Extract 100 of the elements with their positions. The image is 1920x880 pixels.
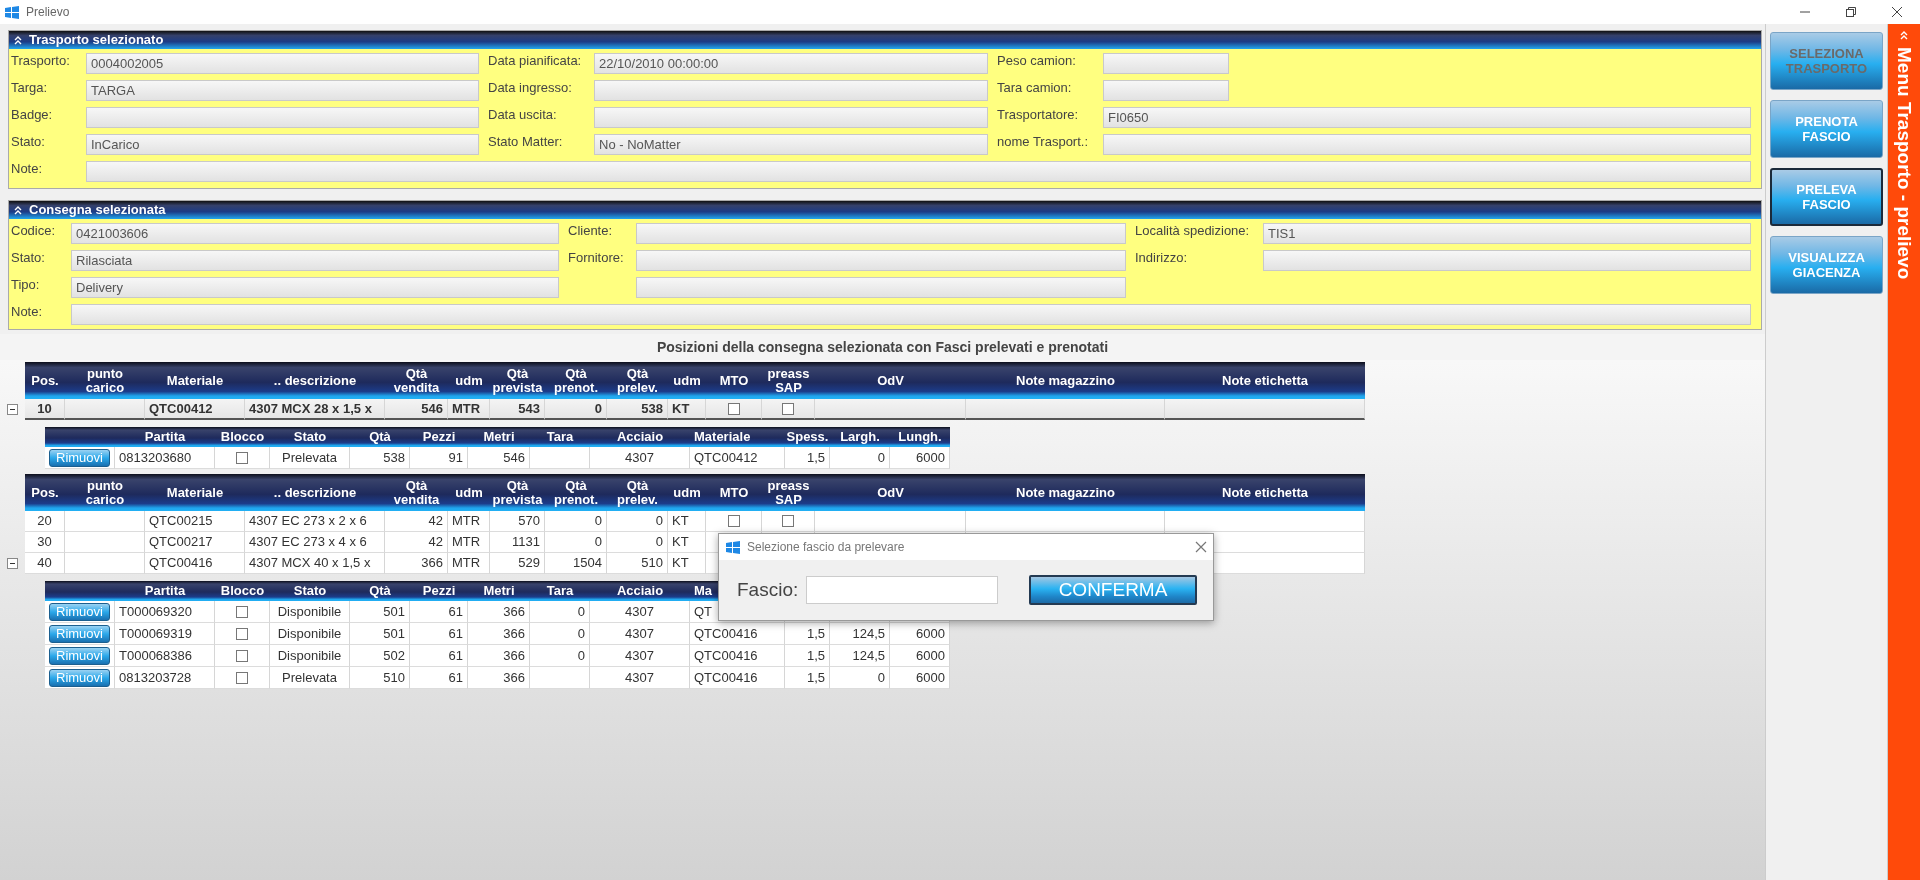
field-label: Targa: [11,80,49,96]
collapse-icon[interactable] [7,404,18,415]
fascio-field[interactable] [806,576,999,604]
table-cell: 4307 EC 273 x 4 x 6 [245,532,385,553]
text-field[interactable] [1263,250,1751,271]
table-cell: 538 [607,399,668,420]
table-cell: MTR [448,511,490,532]
table-cell: 4307 [590,667,690,689]
text-field[interactable]: 0004002005 [86,53,479,74]
table-cell: 0 [545,532,607,553]
column-header: udm [448,474,490,511]
table-cell: 4307 [590,645,690,667]
text-field[interactable] [86,161,1751,182]
table-cell: 366 [468,623,530,645]
table-cell: 4307 MCX 40 x 1,5 x [245,553,385,574]
field-label: Data ingresso: [487,80,573,96]
field-label: Tara camion: [996,80,1073,96]
table-cell: 4307 [590,447,690,469]
column-header: Pezzi [410,581,468,601]
table-cell: 366 [385,553,448,574]
table-cell: Disponibile [270,645,350,667]
text-field[interactable] [636,277,1126,298]
checkbox[interactable] [727,515,740,527]
collapse-icon[interactable] [7,558,18,569]
text-field[interactable]: Delivery [71,277,559,298]
table-cell: T000069320 [115,601,215,623]
panel-header[interactable]: Consegna selezionata [9,201,1761,219]
table-cell: 61 [410,601,468,623]
table-cell: 366 [468,645,530,667]
table-cell: Disponibile [270,601,350,623]
field-label: Stato: [11,250,46,266]
column-header: Note magazzino [966,362,1165,399]
table-cell: 501 [350,623,410,645]
column-header: Qtà prevista [490,474,545,511]
column-header: Blocco [215,581,270,601]
checkbox[interactable] [236,627,248,640]
close-icon[interactable] [1195,541,1207,553]
text-field[interactable] [71,304,1751,325]
text-field[interactable] [1103,53,1229,74]
field-label: Stato Matter: [487,134,564,150]
field-label: Stato: [11,134,46,150]
text-field[interactable] [1103,134,1751,155]
field-label: Località spedizione: [1134,223,1251,239]
field-label: Trasporto: [11,53,71,69]
column-header: Materiale [690,427,785,447]
table-cell: KT [668,532,706,553]
checkbox[interactable] [236,671,248,684]
table-cell: 4307 EC 273 x 2 x 6 [245,511,385,532]
table-cell: 546 [468,447,530,469]
column-header: punto carico [65,362,145,399]
text-field[interactable] [594,80,988,101]
text-field[interactable]: TARGA [86,80,479,101]
column-header: Tara [530,581,590,601]
column-header: Stato [270,427,350,447]
table-cell: 546 [385,399,448,420]
column-header: preass SAP [762,362,815,399]
checkbox[interactable] [727,402,740,415]
checkbox[interactable] [782,402,794,415]
text-field[interactable]: FI0650 [1103,107,1751,128]
table-cell: 1,5 [785,645,830,667]
table-cell: 0813203728 [115,667,215,689]
checkbox[interactable] [236,451,248,464]
text-field[interactable]: TIS1 [1263,223,1751,244]
grid-title: Posizioni della consegna selezionata con Fasci prelevati e prenotati [0,334,1765,360]
close-icon[interactable] [1892,7,1902,17]
text-field[interactable] [594,107,988,128]
checkbox[interactable] [782,515,794,527]
text-field[interactable] [86,107,479,128]
table-cell: 6000 [890,645,950,667]
panel-header[interactable]: Trasporto selezionato [9,31,1761,49]
table-cell: 0 [530,623,590,645]
column-header: Pezzi [410,427,468,447]
column-header: udm [448,362,490,399]
column-header: Qtà prelev. [607,362,668,399]
table-cell: 42 [385,511,448,532]
table-cell: 4307 [590,623,690,645]
text-field[interactable] [1103,80,1229,101]
text-field[interactable]: 22/10/2010 00:00:00 [594,53,988,74]
text-field[interactable]: InCarico [86,134,479,155]
text-field[interactable]: 0421003606 [71,223,559,244]
restore-icon[interactable] [1846,7,1856,17]
text-field[interactable]: No - NoMatter [594,134,988,155]
side-menu-bar[interactable]: Menu Trasporto - prelievo [1888,24,1920,880]
text-field[interactable] [636,250,1126,271]
column-header: .. descrizione [245,474,385,511]
table-cell: 6000 [890,623,950,645]
field-label: Trasportatore: [996,107,1080,123]
table-cell: T000068386 [115,645,215,667]
table-cell: 1,5 [785,447,830,469]
panel-title: Trasporto selezionato [29,31,164,50]
table-cell: 543 [490,399,545,420]
text-field[interactable]: Rilasciata [71,250,559,271]
table-cell: Disponibile [270,623,350,645]
text-field[interactable] [636,223,1126,244]
checkbox[interactable] [236,605,248,618]
field-label: Data uscita: [487,107,558,123]
column-header: Stato [270,581,350,601]
checkbox[interactable] [236,649,248,662]
column-header: preass SAP [762,474,815,511]
table-cell: 61 [410,645,468,667]
